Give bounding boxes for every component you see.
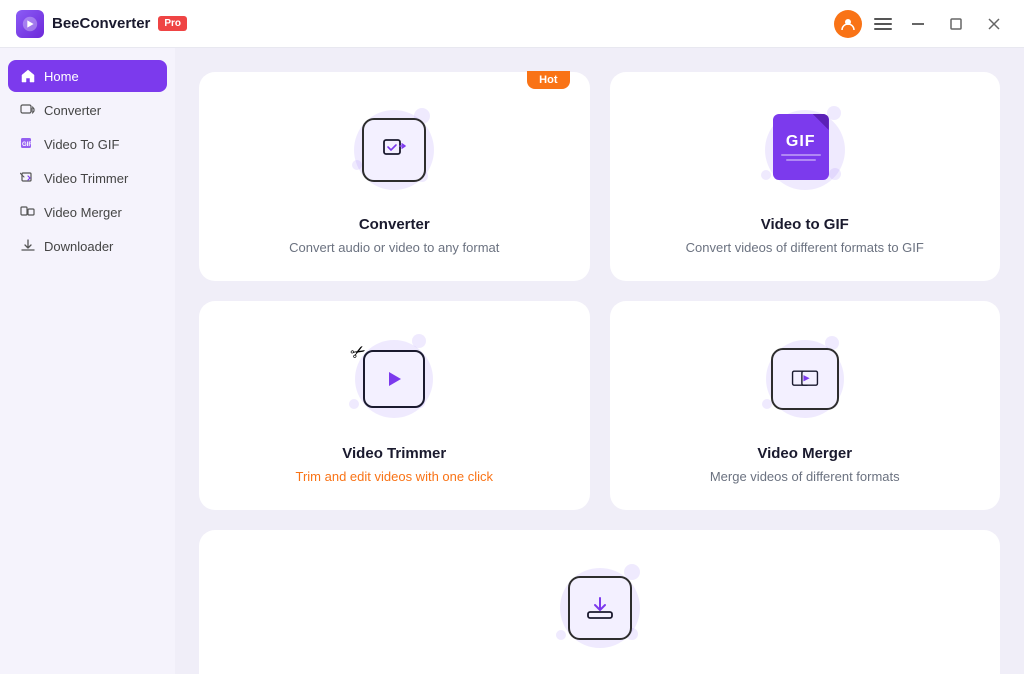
trimmer-card-title: Video Trimmer — [342, 445, 446, 462]
video-to-gif-card[interactable]: GIF Video to GIF Convert videos of diffe… — [610, 72, 1001, 281]
sidebar-label-downloader: Downloader — [44, 239, 113, 254]
title-bar: BeeConverter Pro — [0, 0, 1024, 48]
sidebar: Home Converter GIF Video To GIF — [0, 48, 175, 674]
close-button[interactable] — [980, 10, 1008, 38]
minimize-button[interactable] — [904, 10, 932, 38]
hamburger-menu-icon[interactable] — [874, 18, 892, 30]
cards-grid: Hot Converter Conv — [199, 72, 1000, 674]
sidebar-item-video-trimmer[interactable]: Video Trimmer — [8, 162, 167, 194]
sidebar-label-home: Home — [44, 69, 79, 84]
sidebar-label-video-trimmer: Video Trimmer — [44, 171, 128, 186]
title-bar-right — [834, 10, 1008, 38]
maximize-button[interactable] — [942, 10, 970, 38]
sidebar-label-video-merger: Video Merger — [44, 205, 122, 220]
sidebar-item-downloader[interactable]: Downloader — [8, 230, 167, 262]
merge-sidebar-icon — [20, 204, 36, 220]
converter-icon — [20, 102, 36, 118]
main-layout: Home Converter GIF Video To GIF — [0, 48, 1024, 674]
downloader-card-icon — [568, 576, 632, 640]
sidebar-item-home[interactable]: Home — [8, 60, 167, 92]
svg-text:GIF: GIF — [22, 142, 32, 148]
gif-card-title: Video to GIF — [761, 216, 849, 233]
merger-card-title: Video Merger — [757, 445, 852, 462]
downloader-icon-area — [550, 558, 650, 658]
merger-icon-area — [755, 329, 855, 429]
trim-sidebar-icon — [20, 170, 36, 186]
converter-icon-area — [344, 100, 444, 200]
app-logo — [16, 10, 44, 38]
sidebar-label-video-to-gif: Video To GIF — [44, 137, 119, 152]
merger-card-desc: Merge videos of different formats — [710, 468, 900, 486]
sidebar-item-converter[interactable]: Converter — [8, 94, 167, 126]
converter-card[interactable]: Hot Converter Conv — [199, 72, 590, 281]
main-content: Hot Converter Conv — [175, 48, 1024, 674]
sidebar-label-converter: Converter — [44, 103, 101, 118]
video-trimmer-card[interactable]: ✂ Video Trimmer Trim and edit videos wit… — [199, 301, 590, 510]
gif-sidebar-icon: GIF — [20, 136, 36, 152]
converter-card-icon — [362, 118, 426, 182]
hot-badge: Hot — [527, 71, 569, 89]
home-icon — [20, 68, 36, 84]
pro-badge: Pro — [158, 16, 187, 31]
trimmer-card-desc: Trim and edit videos with one click — [296, 468, 494, 486]
converter-card-desc: Convert audio or video to any format — [289, 239, 499, 257]
gif-icon-area: GIF — [755, 100, 855, 200]
profile-icon[interactable] — [834, 10, 862, 38]
title-bar-left: BeeConverter Pro — [16, 10, 187, 38]
window-controls — [904, 10, 1008, 38]
download-sidebar-icon — [20, 238, 36, 254]
sidebar-item-video-to-gif[interactable]: GIF Video To GIF — [8, 128, 167, 160]
trimmer-icon-area: ✂ — [344, 329, 444, 429]
sidebar-item-video-merger[interactable]: Video Merger — [8, 196, 167, 228]
converter-card-title: Converter — [359, 216, 430, 233]
downloader-card[interactable]: Downloader Download from 1000+ supported… — [199, 530, 1000, 674]
merger-card-icon — [771, 348, 839, 410]
gif-card-desc: Convert videos of different formats to G… — [686, 239, 924, 257]
app-name: BeeConverter — [52, 15, 150, 32]
video-merger-card[interactable]: Video Merger Merge videos of different f… — [610, 301, 1001, 510]
